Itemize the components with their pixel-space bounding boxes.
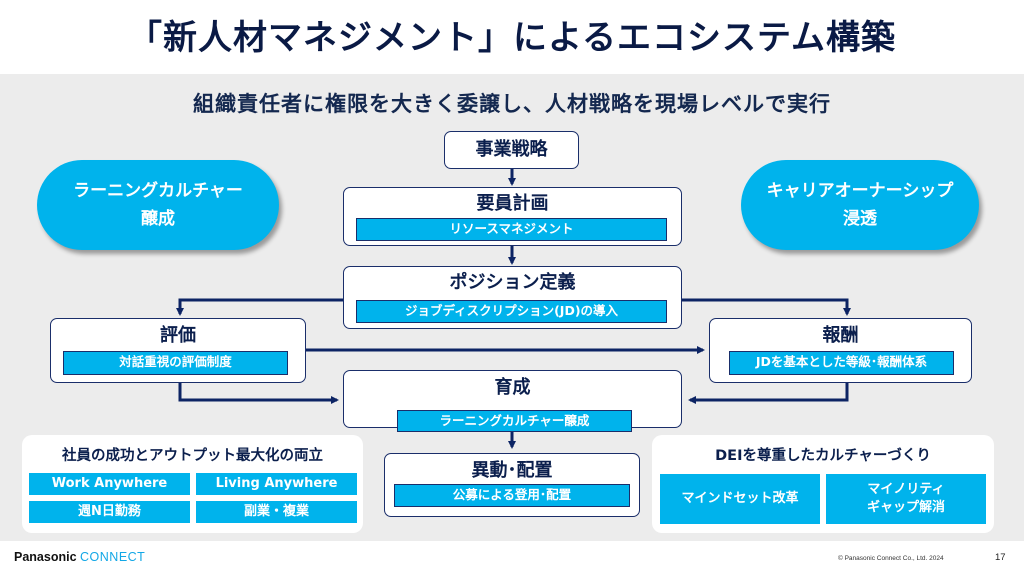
slide-title: 「新人材マネジメント」によるエコシステム構築 — [128, 18, 896, 58]
tile-side-jobs: 副業・複業 — [196, 501, 357, 523]
node-title: 育成 — [494, 377, 531, 398]
learning-culture-pill: ラーニングカルチャー 醸成 — [37, 160, 279, 250]
logo-brand: Panasonic — [14, 550, 77, 564]
dei-panel: DEIを尊重したカルチャーづくり マインドセット改革 マイノリティ ギャップ解消 — [652, 435, 994, 533]
tile-living-anywhere: Living Anywhere — [196, 473, 357, 495]
evaluation-sub: 対話重視の評価制度 — [63, 351, 288, 375]
pill-line2: 浸透 — [843, 209, 877, 229]
position-definition-sub: ジョブディスクリプション(JD)の導入 — [356, 300, 667, 323]
tile-mindset-reform: マインドセット改革 — [660, 474, 820, 524]
development-sub: ラーニングカルチャー醸成 — [397, 410, 632, 432]
node-title: 事業戦略 — [475, 139, 548, 160]
employee-success-panel: 社員の成功とアウトプット最大化の両立 Work Anywhere Living … — [22, 435, 363, 533]
staffing-plan-sub: リソースマネジメント — [356, 218, 667, 241]
panel-heading: 社員の成功とアウトプット最大化の両立 — [62, 448, 323, 464]
tile-minority-gap: マイノリティ ギャップ解消 — [826, 474, 986, 524]
slide-subtitle: 組織責任者に権限を大きく委譲し、人材戦略を現場レベルで実行 — [193, 92, 831, 116]
compensation-sub: JDを基本とした等級･報酬体系 — [729, 351, 954, 375]
tile-line1: マイノリティ — [867, 482, 945, 497]
tile-line2: ギャップ解消 — [866, 500, 945, 515]
career-ownership-pill: キャリアオーナーシップ 浸透 — [741, 160, 979, 250]
tile-work-anywhere: Work Anywhere — [29, 473, 190, 495]
pill-line2: 醸成 — [141, 209, 175, 229]
node-title: 評価 — [160, 325, 196, 346]
panel-heading: DEIを尊重したカルチャーづくり — [715, 448, 931, 464]
pill-line1: キャリアオーナーシップ — [766, 181, 954, 201]
node-title: ポジション定義 — [449, 272, 576, 293]
tile-n-day-week: 週N日勤務 — [29, 501, 190, 523]
node-title: 報酬 — [822, 325, 859, 346]
placement-sub: 公募による登用･配置 — [394, 484, 630, 507]
panasonic-connect-logo: Panasonic CONNECT — [14, 550, 145, 564]
logo-sub: CONNECT — [80, 550, 146, 564]
node-title: 要員計画 — [476, 193, 549, 214]
node-title: 異動･配置 — [471, 460, 553, 481]
copyright: © Panasonic Connect Co., Ltd. 2024 — [838, 555, 944, 562]
pill-line1: ラーニングカルチャー — [73, 181, 243, 201]
node-business-strategy: 事業戦略 — [444, 131, 579, 169]
page-number: 17 — [995, 552, 1006, 563]
